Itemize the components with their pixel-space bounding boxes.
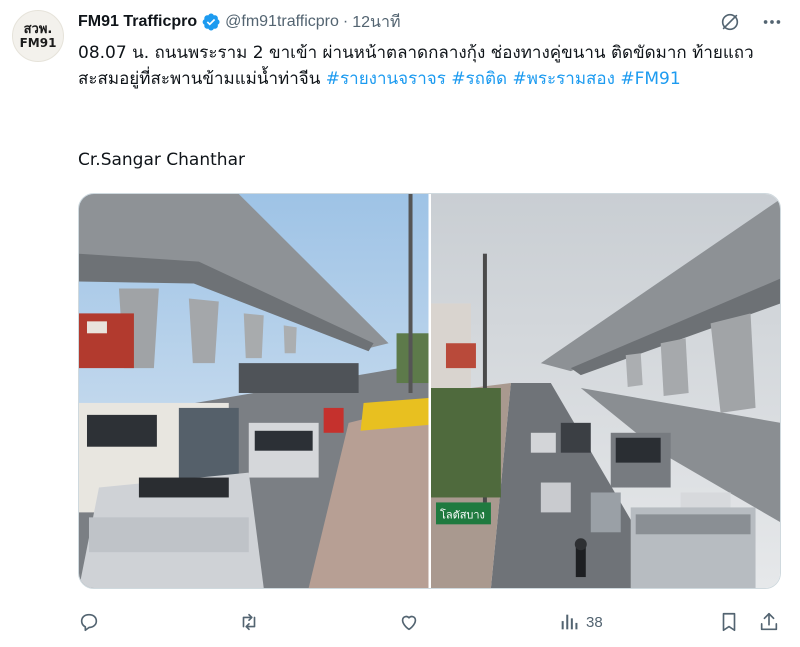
handle[interactable]: @fm91trafficpro (225, 13, 339, 31)
tweet-text: 08.07 น. ถนนพระราม 2 ขาเข้า ผ่านหน้าตลาด… (78, 40, 778, 92)
display-name[interactable]: FM91 Trafficpro (78, 13, 197, 31)
bookmark-icon (722, 612, 736, 632)
tweet-card[interactable]: สวพ. FM91 FM91 Trafficpro @fm91trafficpr… (0, 0, 800, 647)
tweet-actions: 38 (78, 608, 781, 636)
avatar-text-line1: สวพ. (23, 22, 53, 37)
views-button[interactable]: 38 (558, 611, 603, 633)
bookmark-button[interactable] (718, 611, 740, 633)
photo-credit: Cr.Sangar Chanthar (78, 150, 245, 170)
grok-icon[interactable] (718, 10, 742, 34)
hashtag-link[interactable]: #รถติด (451, 69, 507, 89)
top-actions (718, 10, 784, 34)
photo-right[interactable]: โลตัส​บาง (430, 194, 780, 588)
views-icon (561, 614, 578, 630)
reply-icon (80, 613, 98, 632)
like-button[interactable] (398, 611, 420, 633)
avatar-text-line2: FM91 (19, 36, 57, 50)
share-icon (760, 612, 778, 631)
retweet-icon (242, 613, 256, 631)
separator-dot: · (342, 13, 349, 30)
views-count: 38 (586, 613, 603, 631)
reply-button[interactable] (78, 611, 100, 633)
avatar[interactable]: สวพ. FM91 (12, 10, 64, 62)
traffic-photo-right: โลตัส​บาง (430, 194, 780, 588)
photo-left[interactable] (79, 194, 429, 588)
street-sign-text: โลตัส​บาง (439, 508, 484, 521)
retweet-button[interactable] (238, 611, 260, 633)
traffic-photo-left (79, 194, 429, 588)
media-grid: โลตัส​บาง (78, 193, 781, 589)
tweet-header: FM91 Trafficpro @fm91trafficpro · 12นาที (78, 10, 401, 34)
share-button[interactable] (758, 611, 780, 633)
more-icon[interactable] (760, 10, 784, 34)
like-icon (401, 615, 417, 631)
hashtag-link[interactable]: #FM91 (620, 69, 680, 89)
hashtag-link[interactable]: #พระรามสอง (512, 69, 614, 89)
timestamp[interactable]: 12นาที (352, 10, 400, 35)
hashtag-link[interactable]: #รายงานจราจร (326, 69, 446, 89)
verified-badge-icon (201, 12, 221, 32)
